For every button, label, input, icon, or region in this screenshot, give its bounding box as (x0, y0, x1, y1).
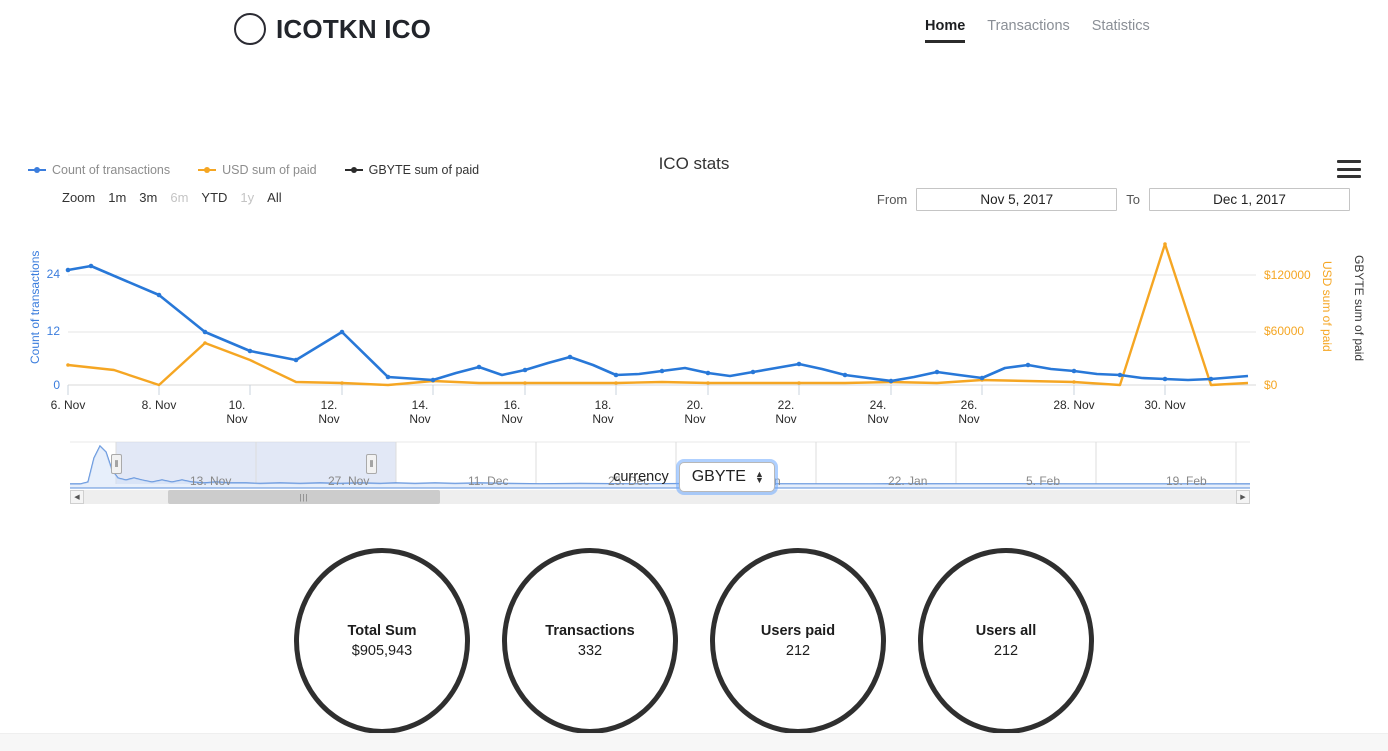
chart-title: ICO stats (658, 154, 730, 173)
stat-value: $905,943 (351, 643, 413, 659)
navigator-scrollbar[interactable]: ◀ ||| ▶ (70, 490, 1250, 504)
arrow-left-icon[interactable]: ◀ (70, 490, 84, 504)
zoom-button-all[interactable]: All (267, 190, 281, 205)
stat-title: Transactions (545, 623, 635, 639)
from-label: From (876, 192, 908, 207)
stat-title: Users paid (760, 623, 836, 639)
xtick-label: 24. Nov (867, 398, 889, 426)
stat-card-users-paid: Users paid 212 (710, 548, 886, 734)
chart-range-selector: Zoom 1m 3m 6m YTD 1y All From To (62, 188, 1358, 216)
xtick-label: 22. Nov (775, 398, 797, 426)
stat-title: Total Sum (347, 623, 417, 639)
stat-card-transactions: Transactions 332 (502, 548, 678, 734)
to-date-input[interactable] (1149, 188, 1350, 211)
nav-item-home[interactable]: Home (925, 18, 966, 43)
circle-outline-icon (234, 13, 266, 45)
xtick-label: 28. Nov (1053, 398, 1095, 412)
currency-selector-row: currency GBYTE ▲ ▼ (0, 462, 1388, 492)
xtick-label: 14. Nov (409, 398, 431, 426)
brand-logo[interactable]: ICOTKN ICO (234, 13, 431, 45)
xtick-label: 20. Nov (684, 398, 706, 426)
stat-card-total-sum: Total Sum $905,943 (294, 548, 470, 734)
xtick-label: 12. Nov (318, 398, 340, 426)
stat-value: 332 (577, 643, 603, 659)
zoom-button-6m: 6m (170, 190, 189, 205)
xtick-label: 8. Nov (141, 398, 177, 412)
stat-card-users-all: Users all 212 (918, 548, 1094, 734)
to-label: To (1126, 192, 1140, 207)
xtick-label: 18. Nov (592, 398, 614, 426)
xtick-label: 26. Nov (958, 398, 980, 426)
xtick-label: 10. Nov (226, 398, 248, 426)
currency-selected-value: GBYTE (691, 468, 746, 485)
grip-icon: ||| (299, 492, 309, 502)
zoom-button-1y: 1y (240, 190, 255, 205)
stats-circles: Total Sum $905,943 Transactions 332 User… (0, 548, 1388, 734)
stepper-arrows-icon[interactable]: ▲ ▼ (755, 470, 764, 485)
xtick-label: 30. Nov (1144, 398, 1186, 412)
footer-strip (0, 733, 1388, 751)
zoom-label: Zoom (62, 190, 96, 205)
zoom-button-ytd[interactable]: YTD (201, 190, 227, 205)
zoom-button-3m[interactable]: 3m (139, 190, 157, 205)
hamburger-menu-icon[interactable] (1337, 160, 1361, 178)
brand-title: ICOTKN ICO (276, 13, 432, 44)
from-date-input[interactable] (916, 188, 1118, 211)
scrollbar-thumb[interactable]: ||| (168, 490, 440, 504)
stat-value: 212 (993, 643, 1019, 659)
arrow-right-icon[interactable]: ▶ (1236, 490, 1250, 504)
stat-title: Users all (975, 623, 1037, 639)
zoom-button-1m[interactable]: 1m (108, 190, 126, 205)
currency-select[interactable]: GBYTE ▲ ▼ (678, 462, 775, 492)
nav-item-transactions[interactable]: Transactions (987, 18, 1069, 40)
page-header: ICOTKN ICO Home Transactions Statistics (0, 0, 1388, 58)
stat-value: 212 (785, 643, 811, 659)
xtick-label: 6. Nov (50, 398, 86, 412)
ico-stats-chart: Count of transactions USD sum of paid GB… (0, 58, 1388, 504)
date-range-inputs: From To (877, 188, 1350, 211)
chart-plot-area: Count of transactions USD sum of paid GB… (0, 228, 1388, 443)
zoom-buttons: Zoom 1m 3m 6m YTD 1y All (62, 190, 282, 205)
xtick-label: 16. Nov (501, 398, 523, 426)
main-nav: Home Transactions Statistics (925, 18, 1150, 43)
currency-label: currency (613, 469, 669, 485)
nav-item-statistics[interactable]: Statistics (1092, 18, 1150, 40)
